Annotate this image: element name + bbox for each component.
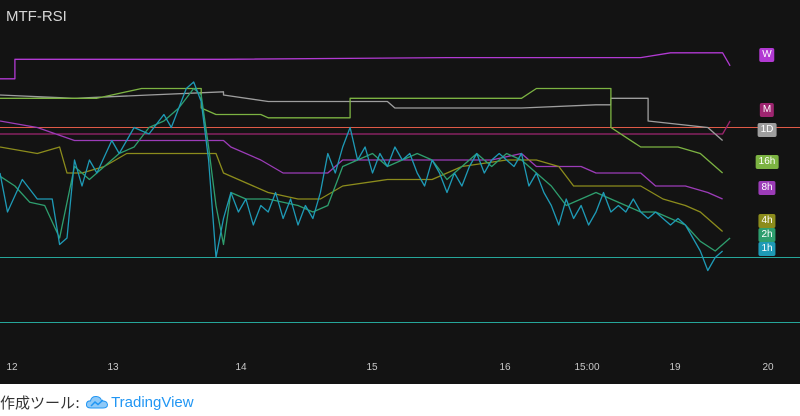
tradingview-logo[interactable]: TradingView <box>86 394 194 411</box>
series-line-8h <box>0 120 723 200</box>
series-badge-w: W <box>759 47 775 62</box>
footer: 作成ツール: TradingView <box>0 388 800 416</box>
x-tick-label: 16 <box>499 362 511 373</box>
cloud-icon <box>86 395 109 409</box>
series-badge-16h: 16h <box>755 155 779 169</box>
x-tick-label: 13 <box>107 362 119 373</box>
series-line-2h <box>0 87 731 252</box>
series-badge-2h: 2h <box>758 227 776 242</box>
rsi-plot <box>0 52 800 323</box>
tradingview-brand: TradingView <box>111 393 194 411</box>
indicator-title: MTF-RSI <box>6 8 67 25</box>
footer-prefix: 作成ツール: <box>0 393 81 412</box>
series-line-w <box>0 52 731 80</box>
series-line-1h <box>0 81 724 272</box>
series-badge-4h: 4h <box>758 213 776 228</box>
series-badge-8h: 8h <box>758 181 776 195</box>
series-badge-1d: 1D <box>757 122 777 137</box>
series-line-1d <box>0 91 724 141</box>
x-tick-label: 19 <box>669 362 681 373</box>
x-tick-label: 20 <box>762 362 774 373</box>
series-badge-m: M <box>759 103 775 117</box>
series-badge-1h: 1h <box>758 241 776 256</box>
x-tick-label: 15 <box>366 362 378 373</box>
x-tick-label: 12 <box>6 362 18 373</box>
chart-panel: MTF-RSI 12 13 14 15 16 15:00 19 20 W M 1D 16h 8h 4h 2… <box>0 0 800 384</box>
x-tick-label: 14 <box>235 362 247 373</box>
x-tick-label: 15:00 <box>574 362 600 373</box>
